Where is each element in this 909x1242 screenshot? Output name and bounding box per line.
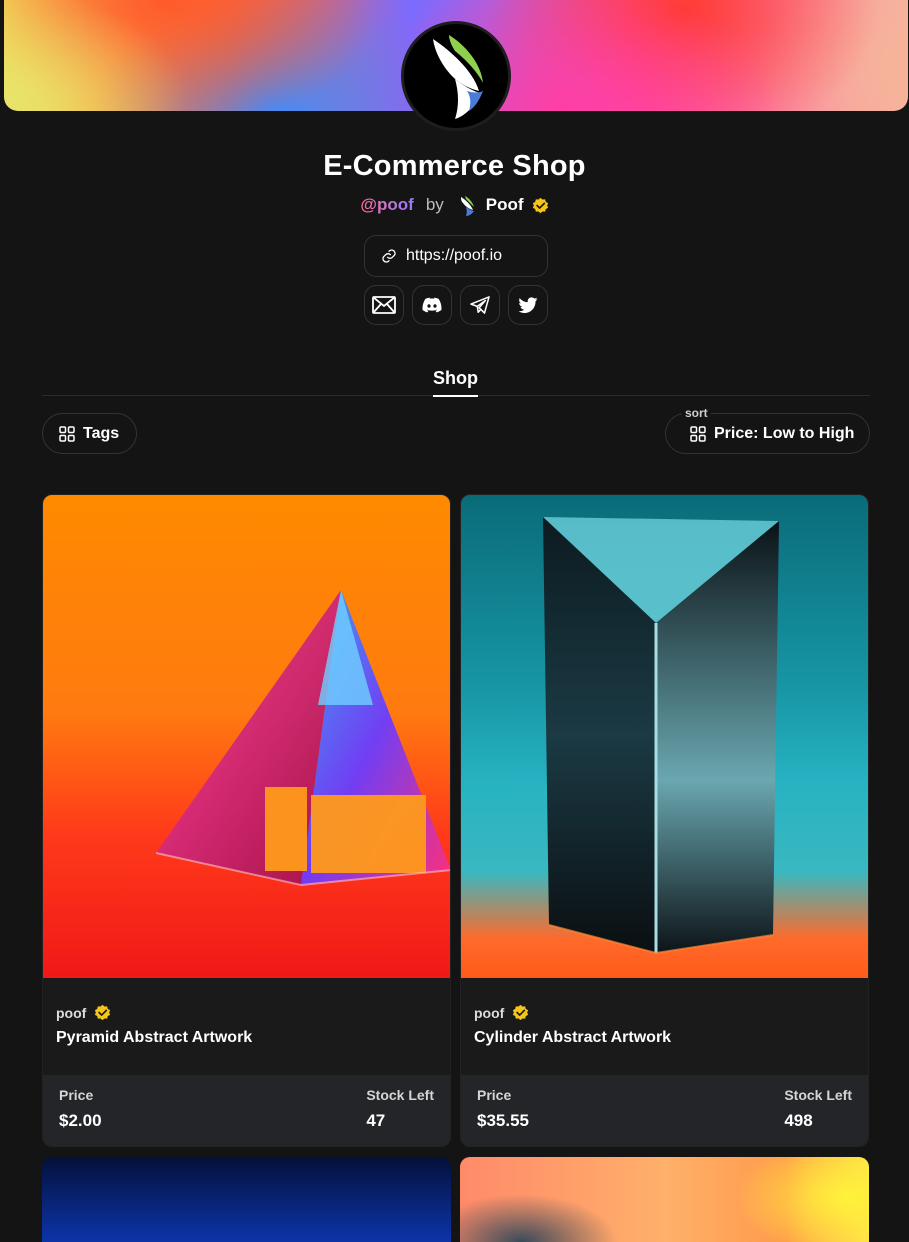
mail-icon [372, 296, 396, 314]
owner-logo-icon [456, 194, 478, 216]
link-icon [381, 248, 397, 264]
discord-icon [422, 297, 442, 313]
product-image [461, 495, 868, 978]
website-link[interactable]: https://poof.io [364, 235, 548, 277]
product-info: poof Cylinder Abstract Artwork [461, 978, 868, 1075]
price-value: $2.00 [59, 1111, 102, 1130]
product-info: poof Pyramid Abstract Artwork [43, 978, 450, 1075]
product-image [43, 495, 450, 978]
sort-value: Price: Low to High [714, 424, 855, 442]
seller-name: poof [56, 1004, 87, 1021]
verified-badge-icon [512, 1004, 529, 1021]
grid-icon [690, 425, 706, 442]
stock-label: Stock Left [784, 1087, 852, 1103]
twitter-icon [518, 296, 538, 314]
tab-bar: Shop [42, 368, 870, 397]
product-card[interactable]: poof Pyramid Abstract Artwork Price $2.0… [42, 494, 451, 1147]
verified-badge-icon [532, 197, 549, 214]
price-label: Price [477, 1087, 512, 1103]
poof-logo-icon [433, 35, 483, 119]
seller-name: poof [474, 1004, 505, 1021]
tags-filter-button[interactable]: Tags [42, 413, 137, 454]
price-label: Price [59, 1087, 94, 1103]
product-card[interactable] [460, 1157, 869, 1242]
product-seller: poof [56, 1004, 437, 1021]
price-value: $35.55 [477, 1111, 529, 1130]
email-button[interactable] [364, 285, 404, 325]
shop-byline: @poof by Poof [0, 194, 909, 216]
tab-shop[interactable]: Shop [433, 368, 478, 397]
product-footer: Price $35.55 Stock Left 498 [461, 1075, 868, 1146]
product-footer: Price $2.00 Stock Left 47 [43, 1075, 450, 1146]
tags-label: Tags [83, 424, 120, 442]
shop-handle[interactable]: @poof [360, 195, 413, 215]
product-title[interactable]: Cylinder Abstract Artwork [474, 1029, 855, 1047]
shop-title: E-Commerce Shop [323, 150, 586, 182]
sort-caption: sort [682, 406, 711, 420]
product-card[interactable] [42, 1157, 451, 1242]
owner-name[interactable]: Poof [486, 195, 524, 215]
product-seller: poof [474, 1004, 855, 1021]
grid-icon [59, 425, 75, 442]
stock-value: 47 [366, 1111, 386, 1130]
by-label: by [425, 195, 444, 214]
verified-badge-icon [94, 1004, 111, 1021]
stock-value: 498 [784, 1111, 813, 1130]
telegram-button[interactable] [460, 285, 500, 325]
product-title[interactable]: Pyramid Abstract Artwork [56, 1029, 437, 1047]
stock-label: Stock Left [366, 1087, 434, 1103]
social-links [364, 285, 548, 325]
telegram-icon [470, 296, 490, 314]
twitter-button[interactable] [508, 285, 548, 325]
product-card[interactable]: poof Cylinder Abstract Artwork Price $35… [460, 494, 869, 1147]
discord-button[interactable] [412, 285, 452, 325]
website-url: https://poof.io [406, 247, 503, 264]
shop-avatar [401, 21, 511, 131]
